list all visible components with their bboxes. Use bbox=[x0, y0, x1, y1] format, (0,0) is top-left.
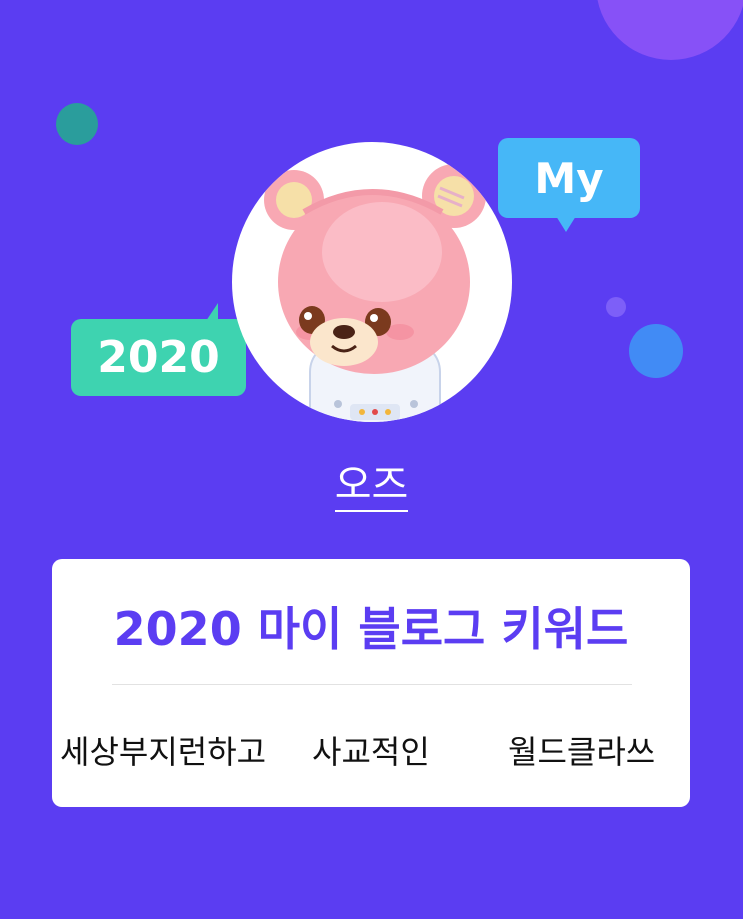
decorative-dot bbox=[629, 324, 683, 378]
decorative-circle bbox=[596, 0, 743, 60]
keyword-item: 사교적인 bbox=[312, 733, 430, 771]
year-speech-bubble: 2020 bbox=[71, 303, 246, 396]
keyword-item: 월드클라쓰 bbox=[508, 733, 656, 771]
my-speech-bubble: My bbox=[498, 138, 640, 232]
divider bbox=[112, 684, 632, 685]
decorative-dot bbox=[606, 297, 626, 317]
year-bubble-label: 2020 bbox=[97, 332, 220, 383]
card-title: 2020 마이 블로그 키워드 bbox=[113, 602, 629, 656]
my-bubble-label: My bbox=[534, 153, 604, 203]
bear-character-icon bbox=[264, 164, 486, 422]
profile-name-text[interactable]: 오즈 bbox=[334, 462, 409, 512]
profile-name[interactable]: 오즈 bbox=[0, 452, 743, 512]
keyword-item: 세상부지런하고 bbox=[60, 733, 267, 771]
keyword-card: 2020 마이 블로그 키워드 세상부지런하고 사교적인 월드클라쓰 bbox=[52, 559, 690, 807]
decorative-dot bbox=[56, 103, 98, 145]
avatar bbox=[232, 142, 512, 422]
